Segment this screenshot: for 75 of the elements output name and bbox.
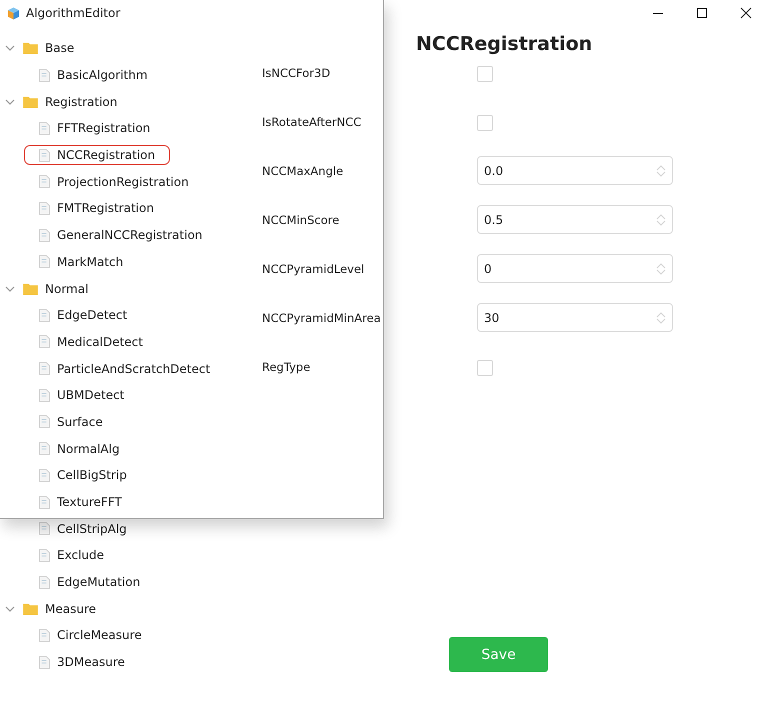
chevron-icon[interactable]	[5, 43, 15, 54]
tree-group-label[interactable]: Base	[45, 41, 74, 56]
property-label: RegType	[262, 359, 312, 376]
tree-item[interactable]: FMTRegistration	[24, 198, 169, 218]
chevron-icon[interactable]	[5, 284, 15, 294]
tree-item[interactable]: NCCRegistration	[24, 145, 170, 166]
tree-item[interactable]: EdgeDetect	[24, 305, 142, 326]
spinner-icon[interactable]	[656, 212, 666, 226]
tree-item[interactable]: MedicalDetect	[24, 332, 158, 352]
property-label: NCCPyramidMinArea	[262, 310, 382, 327]
checkbox[interactable]	[477, 66, 493, 82]
tree-item[interactable]: Surface	[24, 412, 118, 432]
chevron-icon[interactable]	[5, 604, 15, 614]
document-icon	[39, 656, 50, 669]
document-icon	[39, 522, 50, 536]
tree-item[interactable]: FFTRegistration	[24, 118, 166, 138]
folder-icon	[23, 282, 38, 295]
document-icon	[39, 175, 50, 188]
tree-item[interactable]: EdgeMutation	[24, 572, 156, 592]
property-label: IsRotateAfterNCC	[262, 114, 362, 131]
maximize-icon[interactable]	[696, 7, 708, 19]
property-label: NCCMaxAngle	[262, 163, 344, 180]
document-icon	[39, 68, 50, 82]
property-label: IsNCCFor3D	[262, 65, 332, 82]
number-field[interactable]: 0	[477, 254, 673, 283]
number-field[interactable]: 0.5	[477, 205, 673, 234]
document-icon	[39, 228, 50, 242]
tree-item[interactable]: UBMDetect	[24, 385, 140, 406]
chevron-icon[interactable]	[5, 96, 15, 107]
tree-item[interactable]: NormalAlg	[24, 438, 135, 459]
number-field[interactable]: 30	[477, 303, 673, 332]
folder-icon	[23, 96, 38, 108]
property-label: NCCPyramidLevel	[262, 261, 366, 278]
document-icon	[39, 415, 50, 428]
document-icon	[39, 255, 50, 268]
folder-icon	[23, 42, 38, 54]
document-icon	[39, 202, 50, 215]
window-title: AlgorithmEditor	[26, 6, 120, 20]
tree-item[interactable]: TextureFFT	[24, 492, 137, 512]
tree-group-label[interactable]: Normal	[45, 282, 88, 296]
document-icon	[39, 548, 50, 562]
tree-item[interactable]: 3DMeasure	[24, 652, 140, 672]
tree-item[interactable]: CellStripAlg	[24, 518, 142, 539]
document-icon	[39, 362, 50, 376]
tree-item[interactable]: BasicAlgorithm	[24, 65, 163, 86]
number-field[interactable]: 0.0	[477, 156, 673, 185]
tree-item[interactable]: ProjectionRegistration	[24, 172, 204, 192]
spinner-icon[interactable]	[656, 310, 666, 324]
document-icon	[39, 335, 50, 348]
tree-group-label[interactable]: Registration	[45, 94, 118, 109]
cube-icon	[7, 6, 20, 20]
close-icon[interactable]	[740, 7, 752, 19]
document-icon	[39, 148, 50, 162]
document-icon	[39, 496, 50, 509]
tree-item[interactable]: CircleMeasure	[24, 625, 157, 646]
document-icon	[39, 388, 50, 402]
document-icon	[39, 122, 50, 135]
property-label: NCCMinScore	[262, 212, 340, 229]
spinner-icon[interactable]	[656, 262, 666, 276]
spinner-icon[interactable]	[656, 164, 666, 178]
document-icon	[39, 468, 50, 482]
document-icon	[39, 628, 50, 642]
checkbox[interactable]	[477, 115, 493, 131]
editor-title: NCCRegistration	[415, 32, 594, 57]
checkbox[interactable]	[477, 360, 493, 376]
document-icon	[39, 442, 50, 456]
tree-item[interactable]: MarkMatch	[24, 252, 138, 272]
document-icon	[39, 308, 50, 322]
tree-item[interactable]: CellBigStrip	[24, 465, 142, 486]
tree-group-label[interactable]: Measure	[45, 602, 96, 616]
folder-icon	[23, 602, 38, 615]
document-icon	[39, 576, 50, 589]
tree-item[interactable]: GeneralNCCRegistration	[24, 225, 218, 246]
tree-item[interactable]: ParticleAndScratchDetect	[24, 358, 226, 379]
tree-item[interactable]: Exclude	[24, 545, 120, 566]
